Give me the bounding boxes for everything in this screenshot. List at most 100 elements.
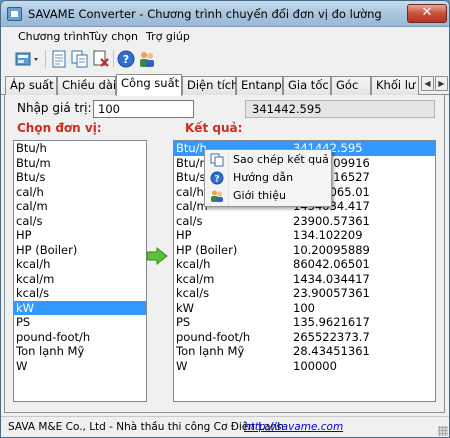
list-item[interactable]: W <box>14 359 146 374</box>
tab-enthalpy[interactable]: Entanpi <box>236 76 285 95</box>
result-value: 1434.034417 <box>293 271 370 286</box>
context-guide-label: Hướng dẫn <box>233 171 294 184</box>
tab-power[interactable]: Công suất <box>116 74 182 96</box>
status-text: SAVA M&E Co., Ltd - Nhà thầu thi công Cơ… <box>8 421 284 433</box>
result-value: 86042.06501 <box>293 257 370 271</box>
list-item[interactable]: PS <box>14 315 146 330</box>
list-item[interactable]: kcal/m <box>14 272 146 287</box>
list-item[interactable]: HP <box>14 228 146 243</box>
tab-acceleration[interactable]: Gia tốc <box>283 76 331 95</box>
context-menu: Sao chép kết quả ? Hướng dẫn Giới thiệu <box>204 149 332 207</box>
context-about-label: Giới thiệu <box>233 189 286 202</box>
result-value: 134.102209 <box>293 228 363 242</box>
unit-list[interactable]: Btu/h Btu/m Btu/s cal/h cal/m cal/s HP H… <box>13 140 147 402</box>
result-value: 265522373.7 <box>293 329 370 344</box>
result-value: 23.90057361 <box>293 286 370 300</box>
arrow-right-icon <box>146 247 168 265</box>
document-icon[interactable] <box>50 50 68 68</box>
result-unit: W <box>176 358 188 373</box>
result-unit: Ton lạnh Mỹ <box>176 344 245 358</box>
close-button[interactable]: ✕ <box>407 4 447 23</box>
list-item[interactable]: pound-foot/h <box>14 330 146 345</box>
list-item[interactable]: Btu/h <box>14 141 146 156</box>
list-item[interactable]: kcal/h <box>14 257 146 272</box>
value-input[interactable]: 100 <box>93 100 194 118</box>
result-value: 28.43451361 <box>293 344 370 358</box>
svg-text:?: ? <box>123 53 129 66</box>
table-row[interactable]: HP (Boiler) 10.20095889 <box>174 243 435 258</box>
list-item[interactable]: cal/m <box>14 199 146 214</box>
table-row[interactable]: pound-foot/h 265522373.7 <box>174 330 435 345</box>
menu-program[interactable]: Chương trình <box>18 30 90 43</box>
result-unit: pound-foot/h <box>176 329 251 344</box>
table-row[interactable]: cal/s 23900.57361 <box>174 214 435 229</box>
list-item-selected[interactable]: kW <box>14 300 146 315</box>
tab-mass[interactable]: Khối lư <box>371 76 419 95</box>
list-item[interactable]: Ton lạnh Mỹ <box>14 344 146 359</box>
tab-panel: Nhập giá trị: 100 341442.595 Chọn đơn vị… <box>4 95 445 413</box>
result-unit: kcal/s <box>176 286 210 300</box>
tab-angle[interactable]: Góc <box>331 76 371 95</box>
result-label: Kết quả: <box>185 121 243 135</box>
tab-bar: Áp suất Chiều dài Công suất Diện tích En… <box>1 74 449 96</box>
context-copy-label: Sao chép kết quả <box>233 153 329 166</box>
input-label: Nhập giá trị: <box>17 101 92 115</box>
app-menu-icon[interactable] <box>15 50 41 68</box>
tab-length[interactable]: Chiều dài <box>57 76 116 95</box>
result-unit: HP (Boiler) <box>176 242 238 257</box>
result-unit: kcal/m <box>176 271 215 286</box>
app-window: SAVAME Converter - Chương trình chuyển đ… <box>0 0 450 438</box>
result-value: 100000 <box>293 358 337 373</box>
tab-scroll-right-icon[interactable]: ▶ <box>435 76 448 91</box>
context-about[interactable]: Giới thiệu <box>205 187 331 205</box>
tab-scroll-left-icon[interactable]: ◀ <box>421 76 434 91</box>
result-unit: kW <box>176 300 195 315</box>
table-row[interactable]: kcal/h 86042.06501 <box>174 257 435 272</box>
result-unit: PS <box>176 315 191 329</box>
table-row[interactable]: kW 100 <box>174 301 435 316</box>
result-unit: cal/s <box>176 213 203 228</box>
svg-text:?: ? <box>214 175 219 185</box>
result-value: 100 <box>293 300 315 315</box>
result-unit: HP <box>176 228 192 242</box>
result-value: 23900.57361 <box>293 213 370 228</box>
list-item[interactable]: Btu/m <box>14 156 146 171</box>
menu-help[interactable]: Trợ giúp <box>146 30 190 43</box>
window-title: SAVAME Converter - Chương trình chuyển đ… <box>28 7 382 21</box>
result-value: 10.20095889 <box>293 242 370 257</box>
list-item[interactable]: Btu/s <box>14 170 146 185</box>
table-row[interactable]: W 100000 <box>174 359 435 374</box>
copy-icon[interactable] <box>71 50 89 68</box>
help-icon[interactable]: ? <box>117 50 135 68</box>
list-item[interactable]: cal/h <box>14 185 146 200</box>
tab-pressure[interactable]: Áp suất <box>5 76 57 95</box>
menu-options[interactable]: Tùy chọn <box>89 30 138 43</box>
list-item[interactable]: cal/s <box>14 214 146 229</box>
toolbar: ? <box>1 46 449 72</box>
copy-icon <box>210 153 224 167</box>
users-icon[interactable] <box>138 50 156 68</box>
list-item[interactable]: HP (Boiler) <box>14 243 146 258</box>
page-close-icon[interactable] <box>92 50 110 68</box>
title-bar[interactable]: SAVAME Converter - Chương trình chuyển đ… <box>1 1 449 27</box>
resize-grip-icon[interactable] <box>438 426 448 436</box>
list-item[interactable]: kcal/s <box>14 286 146 301</box>
menu-bar: Chương trình Tùy chọn Trợ giúp <box>1 27 449 46</box>
table-row[interactable]: PS 135.9621617 <box>174 315 435 330</box>
choose-unit-label: Chọn đơn vị: <box>17 121 102 135</box>
help-icon: ? <box>210 171 224 185</box>
website-link[interactable]: http://savame.com <box>244 421 343 433</box>
app-icon <box>7 7 22 21</box>
result-unit: kcal/h <box>176 257 211 271</box>
context-guide[interactable]: ? Hướng dẫn <box>205 169 331 187</box>
status-bar: SAVA M&E Co., Ltd - Nhà thầu thi công Cơ… <box>1 416 449 437</box>
result-display: 341442.595 <box>245 100 435 118</box>
table-row[interactable]: kcal/s 23.90057361 <box>174 286 435 301</box>
result-value: 135.9621617 <box>293 315 370 329</box>
table-row[interactable]: Ton lạnh Mỹ 28.43451361 <box>174 344 435 359</box>
context-copy-result[interactable]: Sao chép kết quả <box>205 151 331 169</box>
table-row[interactable]: kcal/m 1434.034417 <box>174 272 435 287</box>
users-icon <box>211 190 223 202</box>
tab-area[interactable]: Diện tích <box>182 76 238 95</box>
table-row[interactable]: HP 134.102209 <box>174 228 435 243</box>
